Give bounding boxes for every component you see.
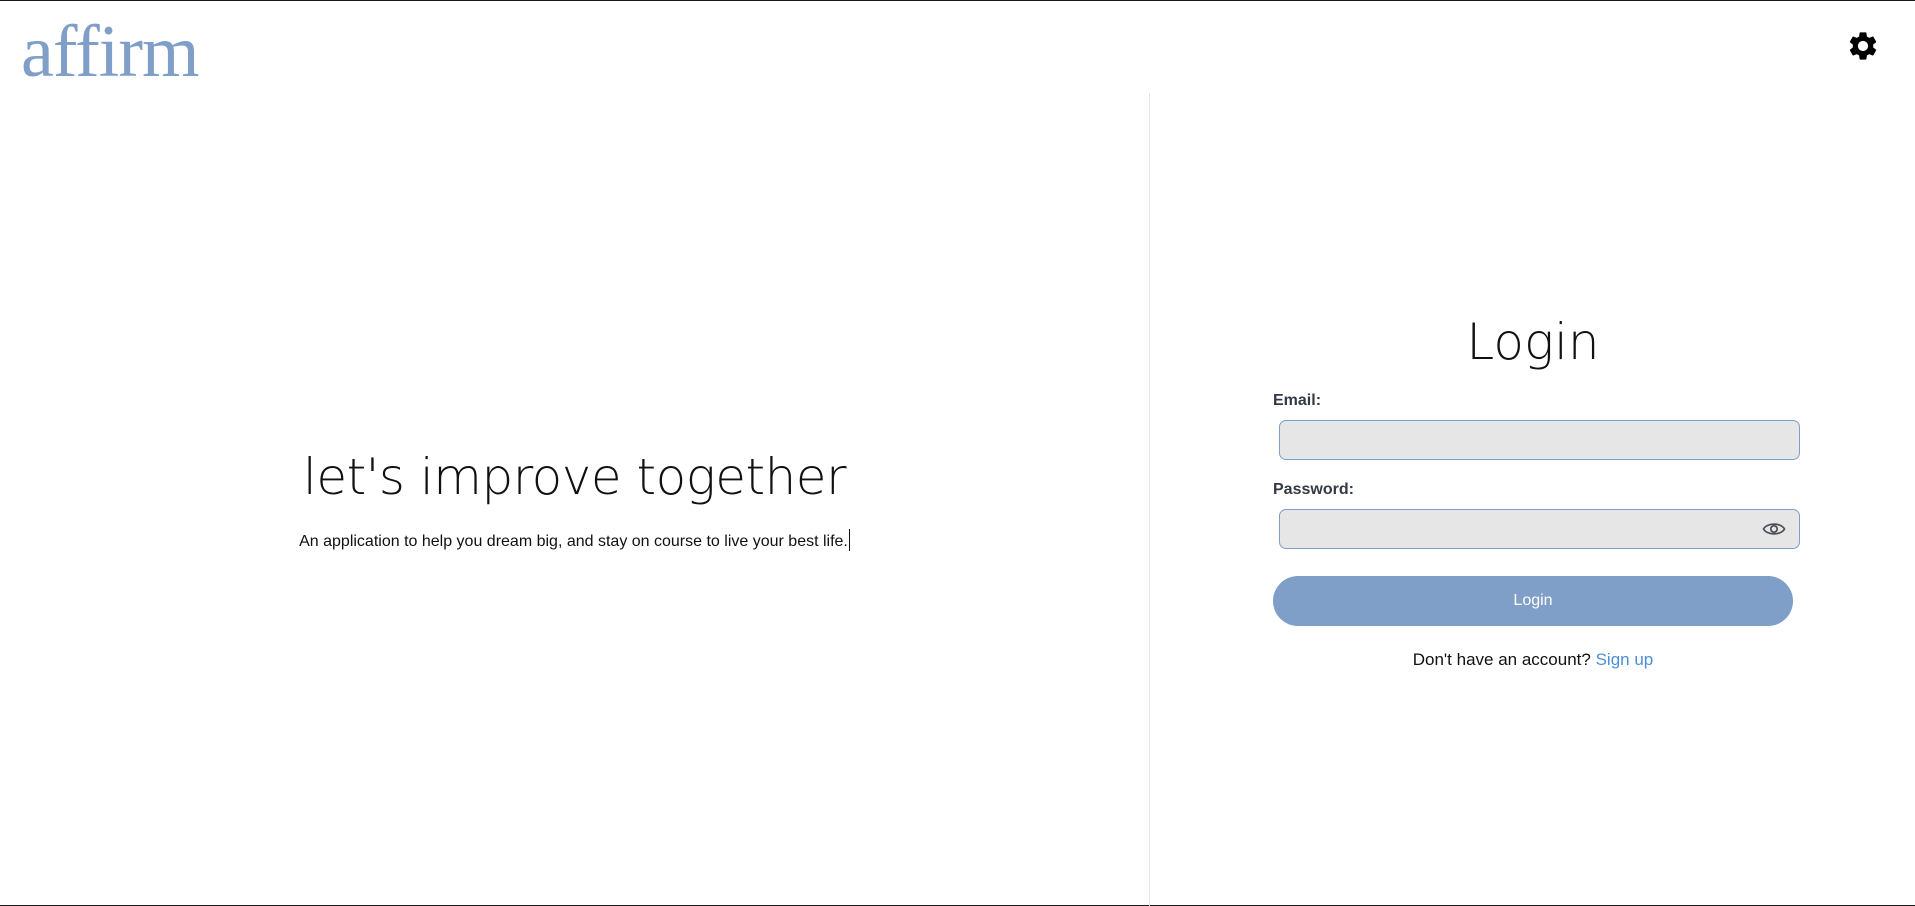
gear-icon[interactable] [1846,29,1880,63]
email-label: Email: [1273,392,1322,409]
page-frame: affirm let's improve together An applica… [0,0,1915,906]
signup-prompt: Don't have an account? [1412,650,1591,669]
signup-row: Don't have an account? Sign up [1273,648,1793,672]
hero-section: let's improve together An application to… [0,441,1149,553]
login-panel: Login Email: Password: Login Don't have … [1273,311,1803,672]
eye-icon[interactable] [1762,518,1786,540]
password-label: Password: [1273,481,1354,498]
login-button[interactable]: Login [1273,576,1793,626]
signup-link[interactable]: Sign up [1596,650,1654,669]
hero-title: let's improve together [302,448,847,506]
login-title: Login [1466,313,1600,371]
panel-divider [1149,93,1150,906]
hero-subtitle: An application to help you dream big, an… [0,529,1149,553]
password-field[interactable] [1279,509,1800,549]
hero-subtitle-text: An application to help you dream big, an… [299,533,848,550]
text-cursor [848,529,850,551]
email-field[interactable] [1279,420,1800,460]
app-logo[interactable]: affirm [21,9,200,95]
email-field-wrapper [1279,420,1800,460]
password-field-wrapper [1279,509,1800,549]
